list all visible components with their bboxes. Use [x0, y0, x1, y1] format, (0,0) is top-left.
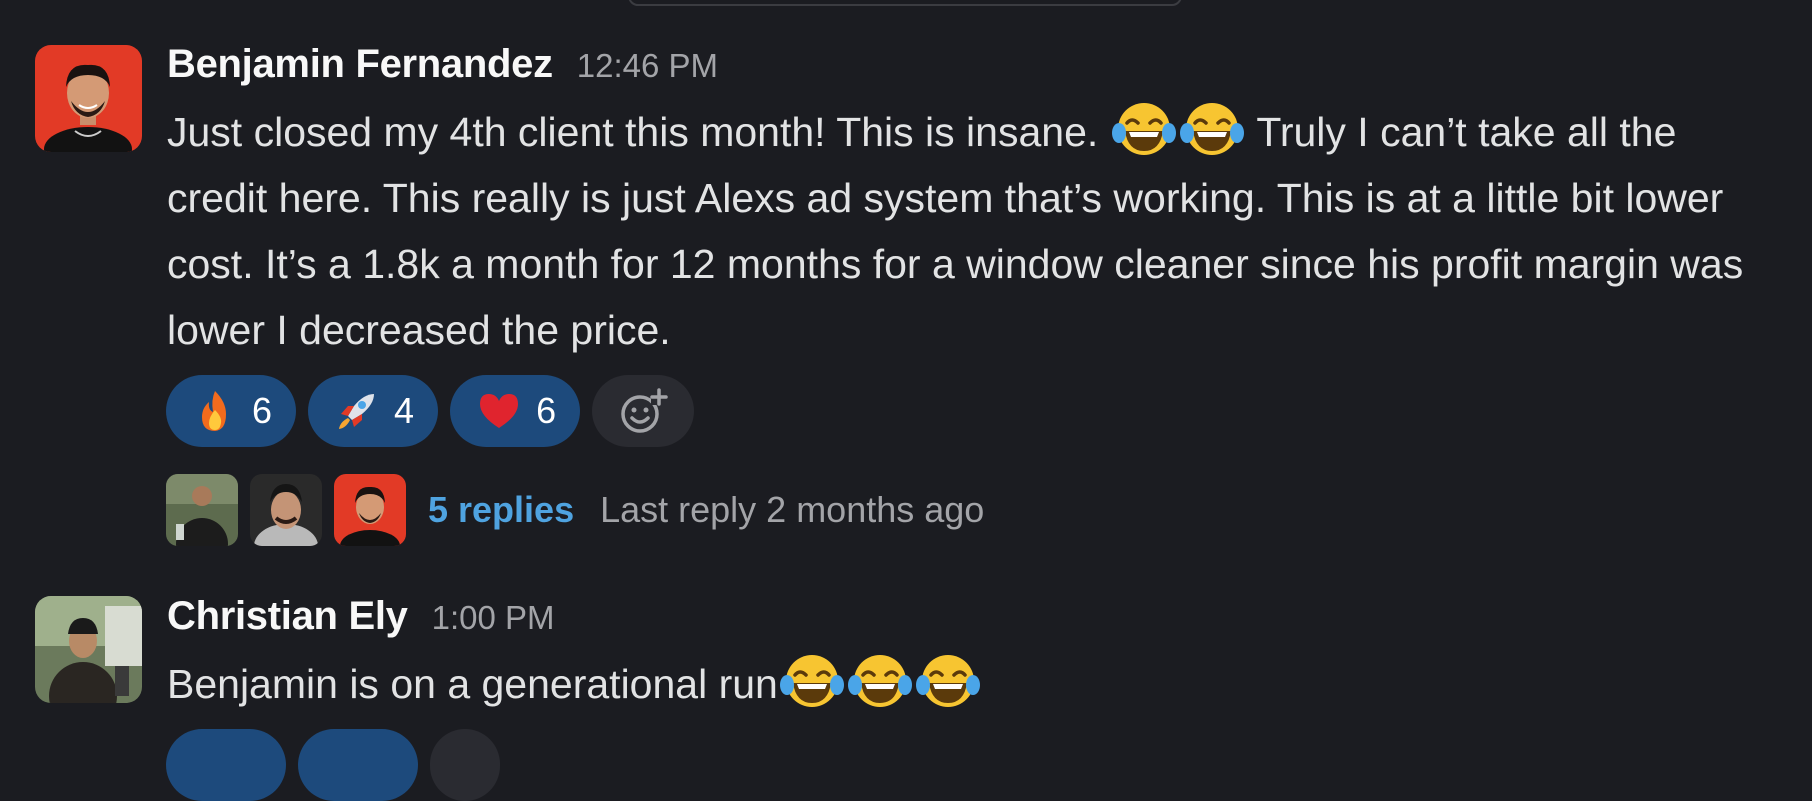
thread-participant-avatar	[334, 474, 406, 546]
thread-participant-avatar	[250, 474, 322, 546]
fire-emoji-icon	[202, 391, 226, 431]
author-name[interactable]: Benjamin Fernandez	[167, 42, 553, 87]
message-header: Benjamin Fernandez 12:46 PM	[167, 42, 718, 87]
replies-link[interactable]: 5 replies	[428, 489, 574, 531]
last-reply-text: Last reply 2 months ago	[600, 489, 985, 530]
reactions-bar	[166, 729, 500, 801]
add-reaction-button[interactable]	[430, 729, 500, 801]
reaction-count: 6	[536, 390, 557, 431]
message-header: Christian Ely 1:00 PM	[167, 594, 555, 639]
reaction-chip[interactable]	[298, 729, 418, 801]
reaction-count: 4	[394, 390, 415, 431]
reaction-red-heart[interactable]: 6	[450, 375, 581, 447]
author-name[interactable]: Christian Ely	[167, 594, 408, 639]
joy-emoji-icon	[1110, 101, 1178, 157]
message-text-part-1: Benjamin is on a generational run	[167, 661, 778, 707]
message-text: Benjamin is on a generational run	[167, 651, 1757, 717]
thread-summary[interactable]: 5 replies Last reply 2 months ago	[166, 474, 984, 546]
message-benjamin-fernandez: Benjamin Fernandez 12:46 PM Just closed …	[0, 0, 1812, 560]
joy-emoji-icon	[914, 653, 982, 709]
add-reaction-button[interactable]	[592, 375, 695, 447]
reaction-chip[interactable]	[166, 729, 286, 801]
timestamp[interactable]: 1:00 PM	[432, 599, 555, 637]
message-christian-ely: Christian Ely 1:00 PM Benjamin is on a g…	[0, 586, 1812, 801]
avatar[interactable]	[35, 45, 142, 152]
message-text: Just closed my 4th client this month! Th…	[167, 99, 1757, 363]
joy-emoji-icon	[778, 653, 846, 709]
reactions-bar: 6 4 6	[166, 375, 695, 447]
reaction-count: 6	[252, 390, 273, 431]
reaction-rocket[interactable]: 4	[308, 375, 439, 447]
joy-emoji-icon	[846, 653, 914, 709]
rocket-emoji-icon	[339, 394, 375, 429]
joy-emoji-icon	[1178, 101, 1246, 157]
thread-participant-avatar	[166, 474, 238, 546]
avatar[interactable]	[35, 596, 142, 703]
timestamp[interactable]: 12:46 PM	[577, 47, 718, 85]
red-heart-emoji-icon	[480, 394, 519, 428]
message-text-part-1: Just closed my 4th client this month! Th…	[167, 109, 1110, 155]
add-reaction-icon	[621, 388, 668, 433]
reaction-fire[interactable]: 6	[166, 375, 297, 447]
